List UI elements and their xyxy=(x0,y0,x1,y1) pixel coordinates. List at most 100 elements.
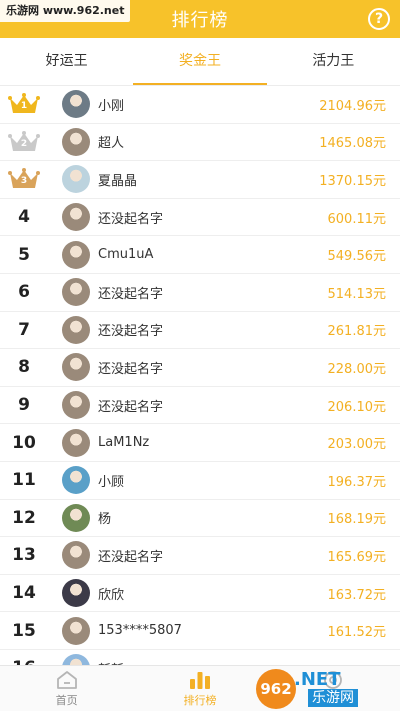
rank-number: 10 xyxy=(12,432,36,453)
ranking-row[interactable]: 6 还没起名字 514.13元 xyxy=(0,274,400,312)
ranking-list: 1 小刚 2104.96元 2 超人 1465.08元 3 夏晶晶 1370.15元 4 还没起名字… xyxy=(0,86,400,665)
user-name: 超人 xyxy=(98,136,125,152)
bonus-amount: 2104.96元 xyxy=(319,98,386,114)
avatar xyxy=(62,428,90,457)
watermark-top: 乐游网 www.962.net xyxy=(0,0,131,22)
ranking-row[interactable]: 14 欣欣 163.72元 xyxy=(0,575,400,613)
user-name: 欣欣 xyxy=(98,587,125,603)
bonus-amount: 203.00元 xyxy=(327,437,387,453)
ranking-row[interactable]: 10 LaM1Nz 203.00元 xyxy=(0,424,400,462)
rank-number: 16 xyxy=(0,658,48,665)
rank-number: 6 xyxy=(18,282,30,303)
avatar xyxy=(62,391,90,420)
rank-number: 5 xyxy=(18,244,30,265)
bonus-amount: 261.81元 xyxy=(327,324,387,340)
rank-number: 13 xyxy=(12,545,36,566)
crown-silver-icon: 2 xyxy=(0,127,48,157)
bonus-amount: 549.56元 xyxy=(327,249,387,265)
watermark-bottom: 962 .NET 乐游网 xyxy=(256,667,396,709)
rank-number: 8 xyxy=(18,357,30,378)
avatar xyxy=(62,127,90,156)
user-name: 还没起名字 xyxy=(98,286,164,302)
ranking-row[interactable]: 1 小刚 2104.96元 xyxy=(0,86,400,124)
bonus-amount: 228.00元 xyxy=(327,361,387,377)
avatar xyxy=(62,579,90,608)
bonus-amount: 196.37元 xyxy=(327,474,387,490)
tab-lucky-king[interactable]: 好运王 xyxy=(0,38,133,85)
nav-home[interactable]: 首页 xyxy=(0,666,133,711)
crown-gold-icon: 1 xyxy=(0,89,48,119)
rank-number: 11 xyxy=(12,470,36,491)
bonus-amount: 161.52元 xyxy=(327,625,387,641)
rank-number: 15 xyxy=(12,620,36,641)
bonus-amount: 1465.08元 xyxy=(319,136,386,152)
ranking-row[interactable]: 11 小顾 196.37元 xyxy=(0,462,400,500)
bonus-amount: 514.13元 xyxy=(327,286,387,302)
bonus-amount: 1370.15元 xyxy=(319,173,386,189)
avatar xyxy=(62,541,90,570)
bonus-amount: 206.10元 xyxy=(327,399,387,415)
ranking-row[interactable]: 15 153****5807 161.52元 xyxy=(0,612,400,650)
user-name: 还没起名字 xyxy=(98,211,164,227)
ranking-row[interactable]: 5 Cmu1uA 549.56元 xyxy=(0,236,400,274)
avatar xyxy=(62,240,90,269)
tab-activity-king[interactable]: 活力王 xyxy=(267,38,400,85)
ranking-row[interactable]: 4 还没起名字 600.11元 xyxy=(0,199,400,237)
watermark-brand-cn: 乐游网 xyxy=(308,689,358,707)
ranking-row[interactable]: 13 还没起名字 165.69元 xyxy=(0,537,400,575)
avatar xyxy=(62,654,90,665)
ranking-row[interactable]: 9 还没起名字 206.10元 xyxy=(0,387,400,425)
ranking-row[interactable]: 8 还没起名字 228.00元 xyxy=(0,349,400,387)
bonus-amount: 600.11元 xyxy=(327,211,387,227)
user-name: 杨 xyxy=(98,512,112,528)
bonus-amount: 165.69元 xyxy=(327,549,387,565)
user-name: 夏晶晶 xyxy=(98,173,138,189)
help-icon[interactable]: ? xyxy=(368,8,390,30)
user-name: 还没起名字 xyxy=(98,324,164,340)
ranking-row[interactable]: 2 超人 1465.08元 xyxy=(0,124,400,162)
ranking-row[interactable]: 16新新 xyxy=(0,650,400,665)
watermark-badge: 962 xyxy=(256,669,296,709)
avatar xyxy=(62,466,90,495)
nav-ranking-label: 排行榜 xyxy=(183,693,217,707)
ranking-row[interactable]: 7 还没起名字 261.81元 xyxy=(0,312,400,350)
user-name: 小顾 xyxy=(98,474,125,490)
rank-number: 2 xyxy=(20,138,28,149)
user-name: 小刚 xyxy=(98,98,125,114)
bonus-amount: 168.19元 xyxy=(327,512,387,528)
page-title: 排行榜 xyxy=(171,10,229,31)
user-name: 还没起名字 xyxy=(98,361,164,377)
ranking-row[interactable]: 12 杨 168.19元 xyxy=(0,500,400,538)
rank-number: 7 xyxy=(18,319,30,340)
avatar xyxy=(62,165,90,194)
rank-number: 3 xyxy=(20,176,28,187)
bonus-amount: 163.72元 xyxy=(327,587,387,603)
ranking-row[interactable]: 3 夏晶晶 1370.15元 xyxy=(0,161,400,199)
user-name: 还没起名字 xyxy=(98,399,164,415)
rank-number: 12 xyxy=(12,507,36,528)
user-name: Cmu1uA xyxy=(98,247,154,263)
avatar xyxy=(62,278,90,307)
rank-number: 14 xyxy=(12,583,36,604)
rank-number: 1 xyxy=(20,101,28,112)
tab-bonus-king[interactable]: 奖金王 xyxy=(133,38,267,85)
user-name: LaM1Nz xyxy=(98,435,150,451)
user-name: 153****5807 xyxy=(98,623,182,639)
avatar xyxy=(62,503,90,532)
tab-bar: 好运王 奖金王 活力王 xyxy=(0,38,400,86)
ranking-icon xyxy=(189,671,210,689)
user-name: 还没起名字 xyxy=(98,549,164,565)
nav-ranking[interactable]: 排行榜 xyxy=(133,666,266,711)
avatar xyxy=(62,315,90,344)
crown-bronze-icon: 3 xyxy=(0,164,48,194)
app-root: 乐游网 www.962.net 排行榜 ? 好运王 奖金王 活力王 1 小刚 210… xyxy=(0,0,400,711)
rank-number: 4 xyxy=(18,207,30,228)
avatar xyxy=(62,616,90,645)
watermark-brand: .NET xyxy=(294,669,341,690)
home-icon xyxy=(56,670,77,689)
avatar xyxy=(62,203,90,232)
rank-number: 9 xyxy=(18,395,30,416)
avatar xyxy=(62,90,90,119)
avatar xyxy=(62,353,90,382)
nav-home-label: 首页 xyxy=(55,693,78,707)
